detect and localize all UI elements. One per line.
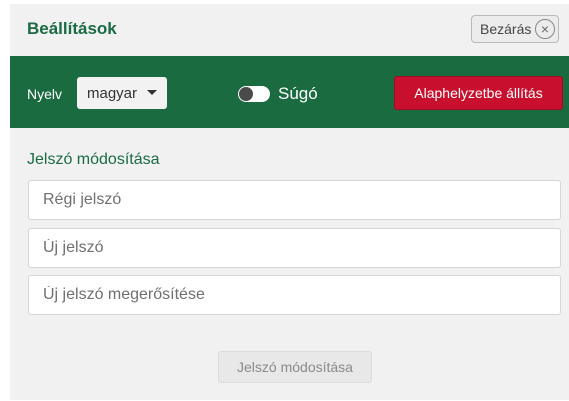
reset-defaults-button[interactable]: Alaphelyzetbe állítás xyxy=(394,76,563,110)
close-button[interactable]: Bezárás × xyxy=(471,15,559,43)
chevron-down-icon xyxy=(147,90,157,95)
language-select-value: magyar xyxy=(87,84,138,102)
old-password-field[interactable] xyxy=(28,180,561,220)
close-icon[interactable]: × xyxy=(535,19,555,39)
help-toggle[interactable] xyxy=(238,86,270,102)
close-button-label: Bezárás xyxy=(480,21,532,37)
help-label: Súgó xyxy=(278,84,318,103)
language-label: Nyelv xyxy=(27,86,63,102)
language-select[interactable]: magyar xyxy=(77,77,167,109)
panel-header: Beállítások Bezárás × xyxy=(10,4,569,56)
password-section-title: Jelszó módosítása xyxy=(27,151,160,168)
settings-panel: Beállítások Bezárás × Nyelv magyar Súgó … xyxy=(10,4,569,400)
change-password-button[interactable]: Jelszó módosítása xyxy=(218,351,372,383)
panel-title: Beállítások xyxy=(27,19,117,38)
toggle-knob xyxy=(239,87,253,101)
new-password-field[interactable] xyxy=(28,228,561,268)
settings-toolbar: Nyelv magyar Súgó Alaphelyzetbe állítás xyxy=(10,56,569,128)
confirm-password-field[interactable] xyxy=(28,275,561,315)
